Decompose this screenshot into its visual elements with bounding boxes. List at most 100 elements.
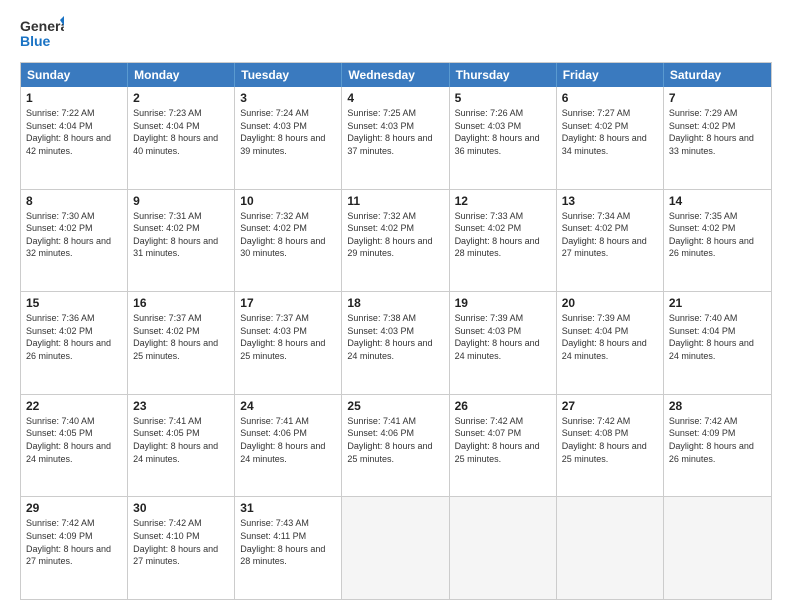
day-cell-21: 21 Sunrise: 7:40 AM Sunset: 4:04 PM Dayl…	[664, 292, 771, 394]
empty-cell	[664, 497, 771, 599]
day-number: 20	[562, 296, 658, 310]
cell-info: Sunrise: 7:32 AM Sunset: 4:02 PM Dayligh…	[240, 210, 336, 260]
day-number: 14	[669, 194, 766, 208]
calendar-row-1: 1 Sunrise: 7:22 AM Sunset: 4:04 PM Dayli…	[21, 87, 771, 189]
day-number: 31	[240, 501, 336, 515]
day-cell-14: 14 Sunrise: 7:35 AM Sunset: 4:02 PM Dayl…	[664, 190, 771, 292]
cell-info: Sunrise: 7:39 AM Sunset: 4:04 PM Dayligh…	[562, 312, 658, 362]
day-header-thursday: Thursday	[450, 63, 557, 87]
day-cell-8: 8 Sunrise: 7:30 AM Sunset: 4:02 PM Dayli…	[21, 190, 128, 292]
day-number: 4	[347, 91, 443, 105]
day-number: 28	[669, 399, 766, 413]
day-number: 22	[26, 399, 122, 413]
logo-svg: General Blue	[20, 16, 64, 52]
day-cell-10: 10 Sunrise: 7:32 AM Sunset: 4:02 PM Dayl…	[235, 190, 342, 292]
day-cell-1: 1 Sunrise: 7:22 AM Sunset: 4:04 PM Dayli…	[21, 87, 128, 189]
cell-info: Sunrise: 7:29 AM Sunset: 4:02 PM Dayligh…	[669, 107, 766, 157]
day-cell-25: 25 Sunrise: 7:41 AM Sunset: 4:06 PM Dayl…	[342, 395, 449, 497]
cell-info: Sunrise: 7:33 AM Sunset: 4:02 PM Dayligh…	[455, 210, 551, 260]
cell-info: Sunrise: 7:26 AM Sunset: 4:03 PM Dayligh…	[455, 107, 551, 157]
day-cell-30: 30 Sunrise: 7:42 AM Sunset: 4:10 PM Dayl…	[128, 497, 235, 599]
cell-info: Sunrise: 7:37 AM Sunset: 4:02 PM Dayligh…	[133, 312, 229, 362]
day-cell-22: 22 Sunrise: 7:40 AM Sunset: 4:05 PM Dayl…	[21, 395, 128, 497]
day-number: 12	[455, 194, 551, 208]
day-number: 7	[669, 91, 766, 105]
day-cell-2: 2 Sunrise: 7:23 AM Sunset: 4:04 PM Dayli…	[128, 87, 235, 189]
day-cell-20: 20 Sunrise: 7:39 AM Sunset: 4:04 PM Dayl…	[557, 292, 664, 394]
day-header-tuesday: Tuesday	[235, 63, 342, 87]
day-header-saturday: Saturday	[664, 63, 771, 87]
cell-info: Sunrise: 7:35 AM Sunset: 4:02 PM Dayligh…	[669, 210, 766, 260]
day-cell-7: 7 Sunrise: 7:29 AM Sunset: 4:02 PM Dayli…	[664, 87, 771, 189]
cell-info: Sunrise: 7:41 AM Sunset: 4:06 PM Dayligh…	[240, 415, 336, 465]
empty-cell	[450, 497, 557, 599]
day-number: 23	[133, 399, 229, 413]
day-cell-18: 18 Sunrise: 7:38 AM Sunset: 4:03 PM Dayl…	[342, 292, 449, 394]
day-number: 9	[133, 194, 229, 208]
day-cell-16: 16 Sunrise: 7:37 AM Sunset: 4:02 PM Dayl…	[128, 292, 235, 394]
day-cell-13: 13 Sunrise: 7:34 AM Sunset: 4:02 PM Dayl…	[557, 190, 664, 292]
empty-cell	[342, 497, 449, 599]
cell-info: Sunrise: 7:37 AM Sunset: 4:03 PM Dayligh…	[240, 312, 336, 362]
day-cell-29: 29 Sunrise: 7:42 AM Sunset: 4:09 PM Dayl…	[21, 497, 128, 599]
day-number: 1	[26, 91, 122, 105]
svg-text:General: General	[20, 18, 64, 34]
day-header-wednesday: Wednesday	[342, 63, 449, 87]
cell-info: Sunrise: 7:42 AM Sunset: 4:10 PM Dayligh…	[133, 517, 229, 567]
day-cell-24: 24 Sunrise: 7:41 AM Sunset: 4:06 PM Dayl…	[235, 395, 342, 497]
day-cell-19: 19 Sunrise: 7:39 AM Sunset: 4:03 PM Dayl…	[450, 292, 557, 394]
day-number: 24	[240, 399, 336, 413]
day-number: 27	[562, 399, 658, 413]
day-number: 2	[133, 91, 229, 105]
day-number: 3	[240, 91, 336, 105]
day-number: 16	[133, 296, 229, 310]
cell-info: Sunrise: 7:39 AM Sunset: 4:03 PM Dayligh…	[455, 312, 551, 362]
day-cell-26: 26 Sunrise: 7:42 AM Sunset: 4:07 PM Dayl…	[450, 395, 557, 497]
day-cell-11: 11 Sunrise: 7:32 AM Sunset: 4:02 PM Dayl…	[342, 190, 449, 292]
calendar-row-3: 15 Sunrise: 7:36 AM Sunset: 4:02 PM Dayl…	[21, 291, 771, 394]
day-number: 6	[562, 91, 658, 105]
day-number: 13	[562, 194, 658, 208]
day-cell-5: 5 Sunrise: 7:26 AM Sunset: 4:03 PM Dayli…	[450, 87, 557, 189]
cell-info: Sunrise: 7:36 AM Sunset: 4:02 PM Dayligh…	[26, 312, 122, 362]
day-header-monday: Monday	[128, 63, 235, 87]
day-number: 8	[26, 194, 122, 208]
day-header-sunday: Sunday	[21, 63, 128, 87]
day-number: 18	[347, 296, 443, 310]
calendar-body: 1 Sunrise: 7:22 AM Sunset: 4:04 PM Dayli…	[21, 87, 771, 599]
day-number: 15	[26, 296, 122, 310]
cell-info: Sunrise: 7:22 AM Sunset: 4:04 PM Dayligh…	[26, 107, 122, 157]
cell-info: Sunrise: 7:42 AM Sunset: 4:09 PM Dayligh…	[669, 415, 766, 465]
day-cell-9: 9 Sunrise: 7:31 AM Sunset: 4:02 PM Dayli…	[128, 190, 235, 292]
svg-text:Blue: Blue	[20, 33, 51, 49]
cell-info: Sunrise: 7:24 AM Sunset: 4:03 PM Dayligh…	[240, 107, 336, 157]
cell-info: Sunrise: 7:41 AM Sunset: 4:06 PM Dayligh…	[347, 415, 443, 465]
day-cell-12: 12 Sunrise: 7:33 AM Sunset: 4:02 PM Dayl…	[450, 190, 557, 292]
cell-info: Sunrise: 7:25 AM Sunset: 4:03 PM Dayligh…	[347, 107, 443, 157]
day-number: 11	[347, 194, 443, 208]
logo: General Blue	[20, 16, 64, 52]
cell-info: Sunrise: 7:41 AM Sunset: 4:05 PM Dayligh…	[133, 415, 229, 465]
header: General Blue	[20, 16, 772, 52]
cell-info: Sunrise: 7:43 AM Sunset: 4:11 PM Dayligh…	[240, 517, 336, 567]
day-cell-3: 3 Sunrise: 7:24 AM Sunset: 4:03 PM Dayli…	[235, 87, 342, 189]
day-cell-28: 28 Sunrise: 7:42 AM Sunset: 4:09 PM Dayl…	[664, 395, 771, 497]
day-number: 10	[240, 194, 336, 208]
day-cell-6: 6 Sunrise: 7:27 AM Sunset: 4:02 PM Dayli…	[557, 87, 664, 189]
day-header-friday: Friday	[557, 63, 664, 87]
cell-info: Sunrise: 7:27 AM Sunset: 4:02 PM Dayligh…	[562, 107, 658, 157]
day-number: 19	[455, 296, 551, 310]
calendar: SundayMondayTuesdayWednesdayThursdayFrid…	[20, 62, 772, 600]
day-number: 21	[669, 296, 766, 310]
day-cell-31: 31 Sunrise: 7:43 AM Sunset: 4:11 PM Dayl…	[235, 497, 342, 599]
cell-info: Sunrise: 7:42 AM Sunset: 4:09 PM Dayligh…	[26, 517, 122, 567]
calendar-header: SundayMondayTuesdayWednesdayThursdayFrid…	[21, 63, 771, 87]
cell-info: Sunrise: 7:42 AM Sunset: 4:08 PM Dayligh…	[562, 415, 658, 465]
calendar-row-4: 22 Sunrise: 7:40 AM Sunset: 4:05 PM Dayl…	[21, 394, 771, 497]
cell-info: Sunrise: 7:23 AM Sunset: 4:04 PM Dayligh…	[133, 107, 229, 157]
cell-info: Sunrise: 7:42 AM Sunset: 4:07 PM Dayligh…	[455, 415, 551, 465]
page: General Blue SundayMondayTuesdayWednesda…	[0, 0, 792, 612]
day-cell-4: 4 Sunrise: 7:25 AM Sunset: 4:03 PM Dayli…	[342, 87, 449, 189]
cell-info: Sunrise: 7:40 AM Sunset: 4:05 PM Dayligh…	[26, 415, 122, 465]
cell-info: Sunrise: 7:40 AM Sunset: 4:04 PM Dayligh…	[669, 312, 766, 362]
